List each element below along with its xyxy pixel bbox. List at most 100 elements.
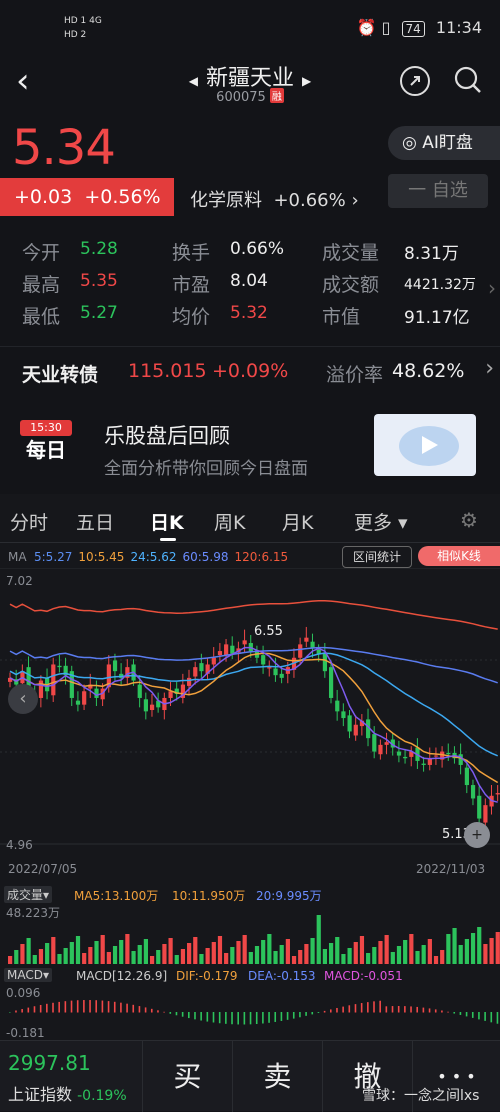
bond-name: 天业转债 <box>22 364 99 386</box>
candle <box>396 751 402 756</box>
similar-kline-button[interactable]: 相似K线 <box>418 546 500 566</box>
review-banner[interactable]: 15:30 每日 乐股盘后回顾 全面分析带你回顾今日盘面 <box>0 400 500 490</box>
index-info[interactable]: 上证指数 -0.19% <box>8 1081 127 1105</box>
volume-bar <box>217 936 223 964</box>
x-axis-end: 2022/11/03 <box>416 862 486 876</box>
macd-dif: DIF:-0.179 <box>176 969 238 983</box>
macd-bar <box>175 1012 178 1016</box>
add-watchlist-button[interactable]: 一 自选 <box>388 174 488 208</box>
range-stats-button[interactable]: 区间统计 <box>342 546 412 568</box>
volume-bar <box>291 956 297 964</box>
macd-bar <box>76 1000 79 1013</box>
macd-bar <box>64 1001 67 1013</box>
candle <box>378 744 383 755</box>
volume-bar <box>279 945 284 964</box>
volume-bar <box>242 935 247 964</box>
gear-icon[interactable]: ⚙ <box>460 508 478 532</box>
stat-label: 成交额 <box>322 274 380 296</box>
volume-select[interactable]: 成交量▾ <box>4 886 53 903</box>
buy-button[interactable]: 买 <box>142 1041 232 1112</box>
share-icon[interactable] <box>400 66 430 96</box>
price-change-pct: +0.56% <box>84 186 161 208</box>
volume-bar <box>433 956 439 964</box>
index-value: 2997.81 <box>8 1051 91 1075</box>
macd-bar <box>447 1011 449 1013</box>
volume-bar <box>75 936 81 964</box>
macd-bar <box>249 1012 252 1025</box>
volume-bar <box>125 934 130 964</box>
macd-bar <box>46 1003 48 1013</box>
convertible-bond-row[interactable]: 天业转债 115.015 +0.09% 溢价率 48.62% › <box>0 356 500 392</box>
tab-4[interactable]: 月K <box>282 508 313 535</box>
volume-bar <box>230 947 235 964</box>
macd-select[interactable]: MACD▾ <box>4 968 53 982</box>
badge-text: 每日 <box>26 438 66 462</box>
macd-bar <box>132 1004 135 1013</box>
macd-bar <box>231 1012 233 1025</box>
volume-bar <box>298 950 303 964</box>
macd-bar <box>478 1012 480 1020</box>
play-thumbnail-icon[interactable] <box>374 414 476 476</box>
macd-bar <box>107 1001 110 1013</box>
macd-bar <box>496 1012 499 1024</box>
sell-button[interactable]: 卖 <box>232 1041 322 1112</box>
prev-stock-icon[interactable]: ◀ <box>189 74 198 88</box>
stat-label: 换手 <box>172 242 211 264</box>
volume-bar <box>316 915 321 964</box>
tab-5[interactable]: 更多 ▾ <box>354 508 408 535</box>
candle <box>51 664 56 696</box>
volume-bar <box>248 952 253 964</box>
ma-item: 10:5.45 <box>78 550 125 564</box>
volume-bar <box>187 943 192 964</box>
macd-bar <box>404 1006 406 1013</box>
volume-bar <box>322 949 328 964</box>
tab-0[interactable]: 分时 <box>10 508 48 535</box>
sector-pct: +0.66% <box>273 190 346 211</box>
macd-bar <box>157 1010 159 1013</box>
macd-bar <box>150 1008 153 1013</box>
volume-bar <box>57 954 62 964</box>
stat-value: 5.27 <box>80 303 118 323</box>
macd-bar <box>9 1012 11 1013</box>
candle <box>304 637 309 642</box>
candle <box>94 688 99 698</box>
macd-bar <box>434 1009 437 1013</box>
candle <box>187 677 192 686</box>
volume-bar <box>396 946 402 964</box>
tab-2[interactable]: 日K <box>150 508 184 535</box>
ma-item: 120:6.15 <box>234 550 289 564</box>
tab-3[interactable]: 周K <box>214 508 245 535</box>
macd-bar <box>101 1000 104 1013</box>
volume-bar <box>32 955 37 964</box>
candle <box>458 754 463 765</box>
macd-bar <box>181 1012 184 1017</box>
sector-link[interactable]: 化学原料 +0.66% › <box>190 186 359 212</box>
macd-bar <box>243 1012 246 1025</box>
ma-item: 5:5.27 <box>34 550 73 564</box>
macd-label: MACD <box>7 968 43 982</box>
kline-chart[interactable] <box>0 568 500 858</box>
volume-bar <box>174 955 179 964</box>
ai-watch-button[interactable]: ◎ AI盯盘 <box>388 126 500 160</box>
tab-1[interactable]: 五日 <box>76 508 114 535</box>
candle <box>137 684 142 698</box>
scroll-left-icon[interactable]: ‹ <box>8 684 38 714</box>
macd-bar <box>459 1012 462 1015</box>
volume-bar <box>119 940 124 964</box>
macd-bar <box>262 1012 264 1024</box>
next-stock-icon[interactable]: ▶ <box>302 74 311 88</box>
macd-bar <box>441 1010 443 1013</box>
macd-value: MACD:-0.051 <box>324 969 403 983</box>
candle <box>384 742 389 745</box>
macd-axis-bottom: -0.181 <box>6 1026 45 1040</box>
macd-bar <box>58 1001 60 1013</box>
y-axis-top: 7.02 <box>6 574 33 588</box>
chevron-right-icon[interactable]: › <box>488 276 496 300</box>
search-icon[interactable] <box>452 64 484 100</box>
volume-bar <box>137 945 142 964</box>
candle <box>279 673 284 678</box>
volume-bar <box>94 941 99 964</box>
signal-line-1: HD 1 4G <box>64 16 102 26</box>
zoom-icon[interactable]: + <box>464 822 490 848</box>
volume-bar <box>224 953 229 964</box>
